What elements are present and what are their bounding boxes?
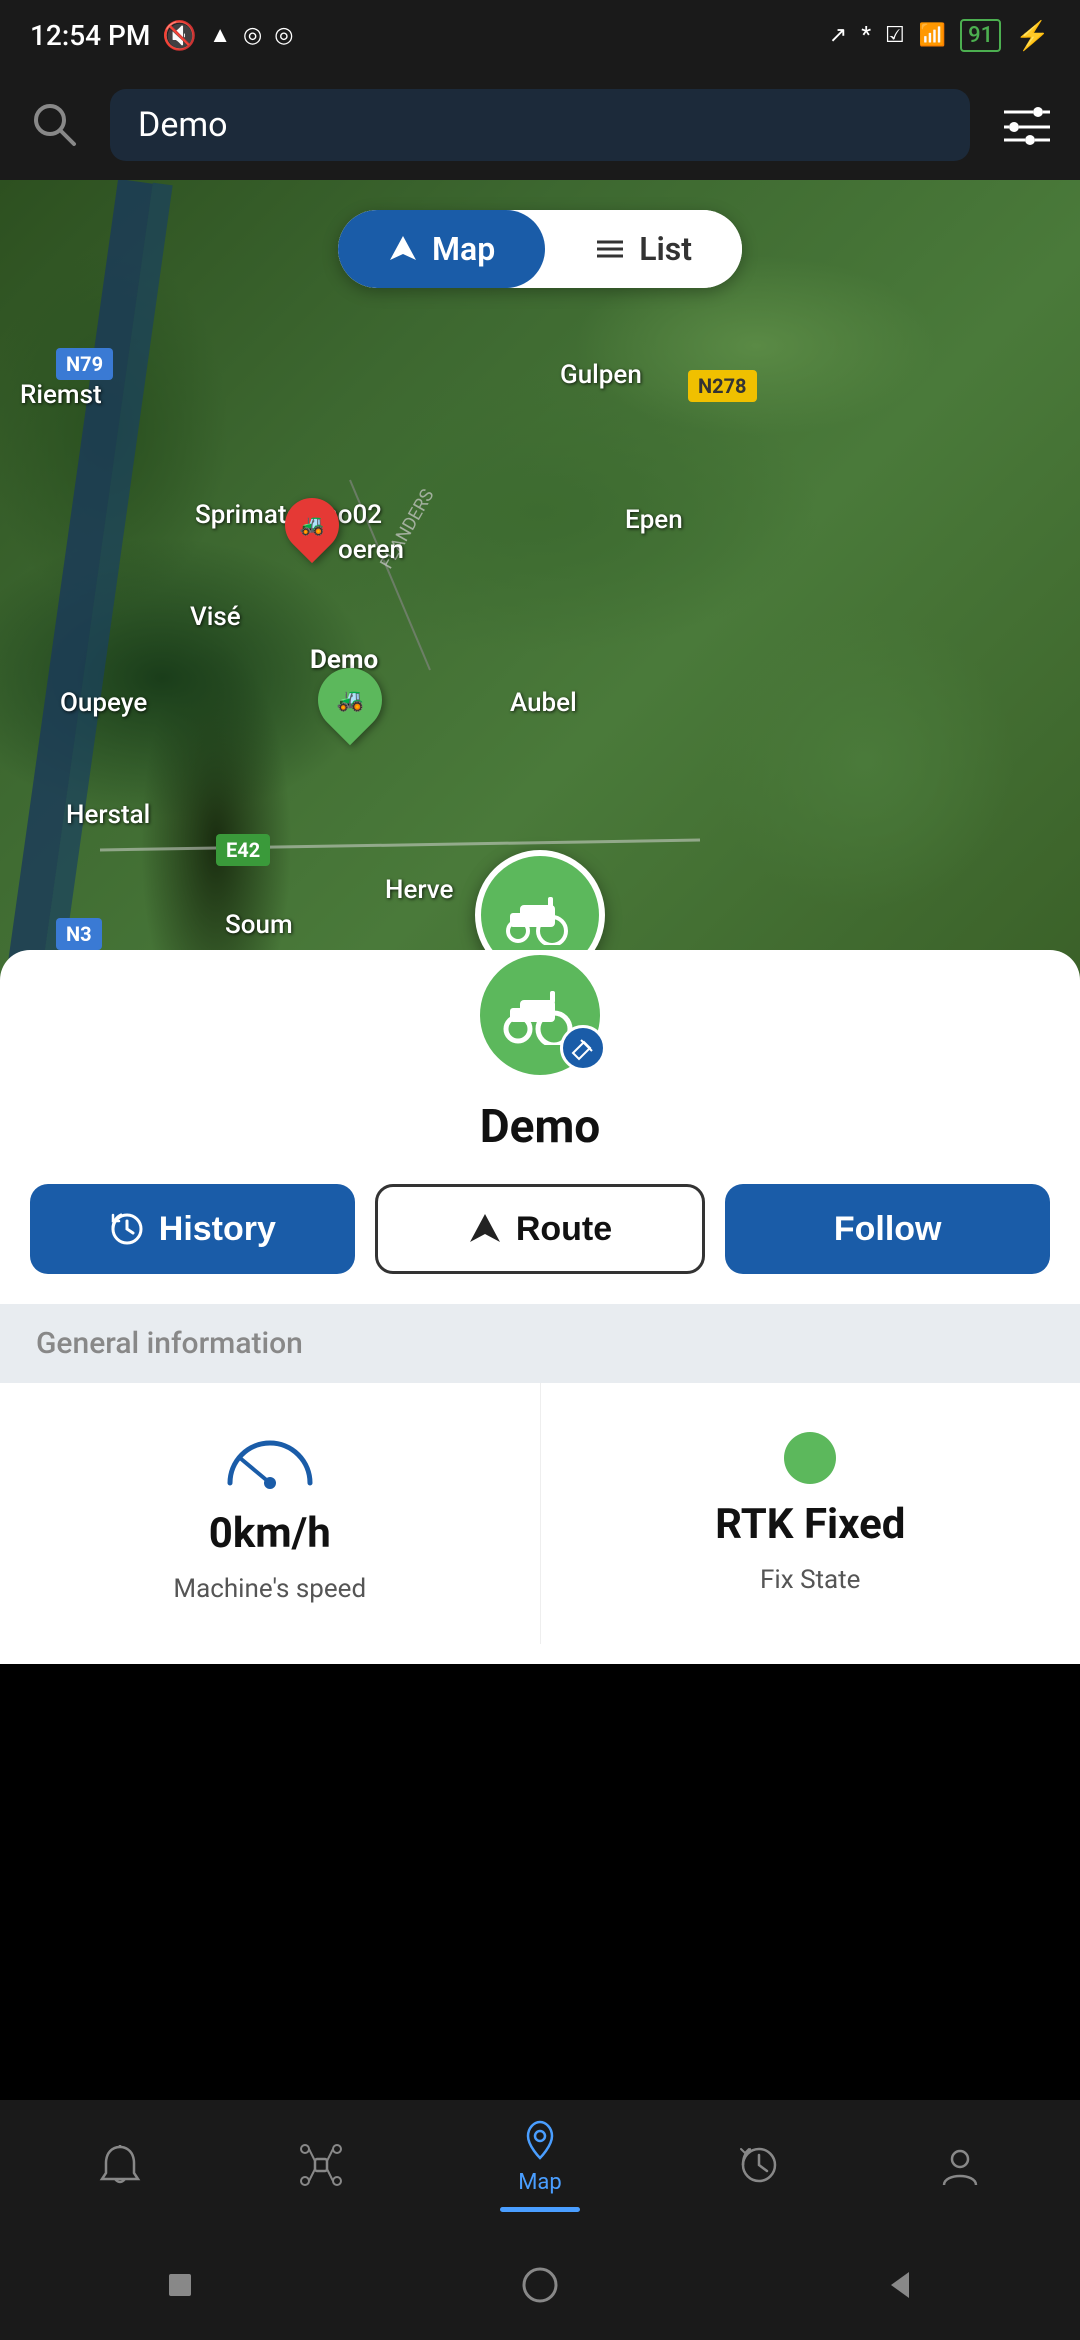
tractor-icon-green: 🚜 [336, 688, 363, 713]
stop-icon [161, 2266, 199, 2304]
charging-icon: ⚡ [1015, 19, 1050, 52]
marker-pin-green: 🚜 [305, 655, 396, 746]
gps-icon: ↗ [829, 23, 847, 48]
search-input-container[interactable]: Demo [110, 89, 970, 161]
android-stop-button[interactable] [150, 2255, 210, 2315]
avatar-area [0, 950, 1080, 1080]
nav-item-connections[interactable] [299, 2143, 343, 2187]
list-icon [595, 234, 625, 264]
status-right: ↗ * ☑ 📶 91 ⚡ [829, 19, 1050, 52]
nav-item-profile[interactable] [938, 2143, 982, 2187]
nav-item-alerts[interactable] [98, 2143, 142, 2187]
map-nav-icon [518, 2118, 562, 2162]
home-circle-icon [519, 2264, 561, 2306]
history-button-label: History [159, 1210, 276, 1249]
general-info-header: General information [0, 1304, 1080, 1383]
tractor-float-icon [500, 885, 580, 945]
device-avatar [475, 950, 605, 1080]
navigation-arrow-icon [388, 234, 418, 264]
road-badge-e42: E42 [216, 834, 270, 866]
search-button[interactable] [20, 90, 90, 160]
battery-indicator: 91 [960, 19, 1001, 52]
device-name: Demo [0, 1100, 1080, 1154]
route-button[interactable]: Route [375, 1184, 706, 1274]
clock-nav-icon [737, 2143, 781, 2187]
rtk-value: RTK Fixed [715, 1500, 905, 1549]
bluetooth-icon: * [861, 23, 871, 48]
profile-icon [938, 2143, 982, 2187]
speed-label: Machine's speed [173, 1574, 366, 1604]
android-nav-bar [0, 2230, 1080, 2340]
bell-icon [98, 2143, 142, 2187]
wifi-icon: 📶 [919, 23, 946, 48]
map-list-toggle[interactable]: Map List [338, 210, 742, 288]
connections-icon [299, 2143, 343, 2187]
history-icon [109, 1211, 145, 1247]
list-tab[interactable]: List [545, 210, 742, 288]
tractor-icon-red: 🚜 [300, 513, 325, 537]
sim-icon: ☑ [885, 23, 905, 48]
time: 12:54 PM [30, 19, 150, 52]
info-cards: 0km/h Machine's speed RTK Fixed Fix Stat… [0, 1383, 1080, 1644]
filter-icon [1000, 100, 1050, 150]
follow-button[interactable]: Follow [725, 1184, 1050, 1274]
rtk-label: Fix State [760, 1565, 860, 1595]
nav-item-map[interactable]: Map [500, 2118, 580, 2212]
nav-item-history[interactable] [737, 2143, 781, 2187]
route-button-label: Route [516, 1210, 612, 1249]
vpn-icon: ◎ [274, 23, 293, 48]
list-tab-label: List [639, 230, 692, 268]
nav-map-label: Map [518, 2170, 562, 2195]
avatar-badge [560, 1025, 606, 1071]
marker-demo[interactable]: 🚜 [318, 668, 382, 732]
bottom-panel: Demo History Route Follow General inform… [0, 950, 1080, 1664]
speedometer-icon [220, 1423, 320, 1493]
speed-value: 0km/h [209, 1509, 331, 1558]
marker-sprimatdemo02[interactable]: 🚜 [285, 498, 339, 552]
mute-icon: 🔇 [162, 19, 197, 52]
speed-card: 0km/h Machine's speed [0, 1383, 541, 1644]
edit-icon [570, 1035, 596, 1061]
filter-button[interactable] [990, 90, 1060, 160]
action-buttons: History Route Follow [0, 1184, 1080, 1274]
battery-level: 91 [968, 23, 993, 48]
history-button[interactable]: History [30, 1184, 355, 1274]
status-bar: 12:54 PM 🔇 ▲ ◎ ◎ ↗ * ☑ 📶 91 ⚡ [0, 0, 1080, 70]
nav-active-indicator [500, 2207, 580, 2212]
road-badge-n278: N278 [688, 370, 757, 402]
road-badge-n3: N3 [56, 918, 102, 950]
rtk-card: RTK Fixed Fix State [541, 1383, 1080, 1644]
search-icon [30, 100, 80, 150]
map-tab[interactable]: Map [338, 210, 545, 288]
map-tab-label: Map [432, 230, 495, 268]
marker-pin-red: 🚜 [274, 487, 350, 563]
android-home-button[interactable] [510, 2255, 570, 2315]
road-badge-n79: N79 [56, 348, 113, 380]
follow-button-label: Follow [834, 1210, 942, 1249]
status-left: 12:54 PM 🔇 ▲ ◎ ◎ [30, 19, 293, 52]
bottom-nav: Map [0, 2100, 1080, 2230]
search-bar: Demo [0, 70, 1080, 180]
search-input-value: Demo [138, 105, 228, 145]
android-back-button[interactable] [870, 2255, 930, 2315]
map-area[interactable]: FLANDERS N79 N278 E42 N3 Riemst Gulpen S… [0, 180, 1080, 1010]
back-icon [881, 2266, 919, 2304]
navigation-icon: ▲ [209, 22, 231, 48]
route-arrow-icon [468, 1212, 502, 1246]
location-icon: ◎ [243, 23, 262, 48]
rtk-status-dot [784, 1432, 836, 1484]
